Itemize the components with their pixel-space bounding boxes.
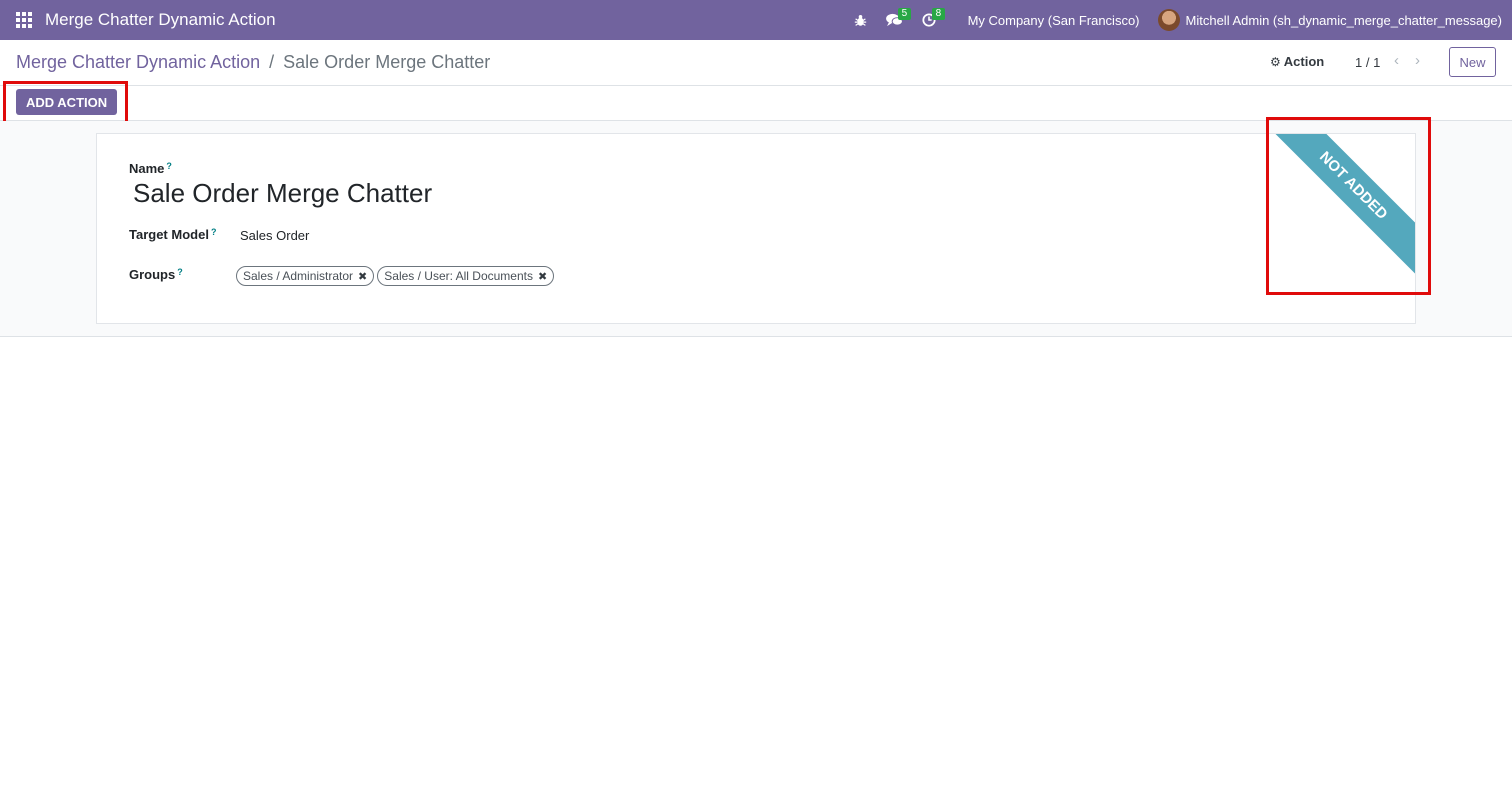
target-model-field[interactable]: Sales Order	[240, 228, 309, 243]
new-button[interactable]: New	[1449, 47, 1496, 77]
help-icon[interactable]: ?	[211, 227, 217, 237]
breadcrumb-separator: /	[269, 52, 275, 72]
highlight-box-add-action	[3, 81, 128, 126]
messages-badge: 5	[897, 8, 912, 20]
activities-badge: 8	[931, 8, 946, 20]
navbar-systray: 5 8 My Company (San Francisco) Mitchell …	[850, 0, 1502, 40]
breadcrumb-parent[interactable]: Merge Chatter Dynamic Action	[16, 52, 260, 72]
top-navbar: Merge Chatter Dynamic Action 5 8 My Comp…	[0, 0, 1512, 40]
help-icon[interactable]: ?	[177, 267, 183, 277]
company-switcher[interactable]: My Company (San Francisco)	[968, 13, 1140, 28]
chevron-left-icon[interactable]: ‹	[1394, 52, 1399, 69]
app-title[interactable]: Merge Chatter Dynamic Action	[45, 10, 276, 30]
name-label: Name?	[129, 161, 172, 176]
apps-grid-icon[interactable]	[16, 12, 32, 28]
form-view: Name? Sale Order Merge Chatter Target Mo…	[0, 117, 1512, 337]
form-statusbar: ADD ACTION	[0, 81, 1512, 126]
clock-icon[interactable]: 8	[918, 0, 946, 40]
form-sheet: Name? Sale Order Merge Chatter Target Mo…	[96, 133, 1416, 324]
breadcrumb: Merge Chatter Dynamic Action / Sale Orde…	[16, 52, 490, 73]
gear-icon: ⚙	[1270, 55, 1281, 69]
chat-icon[interactable]: 5	[884, 0, 912, 40]
action-menu-button[interactable]: ⚙ Action	[1270, 54, 1324, 69]
close-icon[interactable]: ✖	[358, 270, 367, 283]
target-model-label: Target Model?	[129, 227, 217, 242]
group-tag: Sales / Administrator ✖	[236, 266, 375, 286]
pager-value[interactable]: 1 / 1	[1355, 55, 1380, 70]
groups-field[interactable]: Sales / Administrator ✖ Sales / User: All…	[236, 266, 557, 286]
close-icon[interactable]: ✖	[538, 270, 547, 283]
avatar[interactable]	[1157, 9, 1180, 31]
bug-icon[interactable]	[850, 0, 872, 40]
chevron-right-icon[interactable]: ›	[1415, 52, 1420, 69]
action-label: Action	[1283, 54, 1325, 69]
control-panel: Merge Chatter Dynamic Action / Sale Orde…	[0, 40, 1512, 86]
groups-label: Groups?	[129, 267, 183, 282]
user-menu[interactable]: Mitchell Admin (sh_dynamic_merge_chatter…	[1186, 13, 1502, 28]
name-field[interactable]: Sale Order Merge Chatter	[133, 178, 432, 209]
breadcrumb-current: Sale Order Merge Chatter	[283, 52, 491, 72]
group-tag: Sales / User: All Documents ✖	[377, 266, 555, 286]
highlight-box-ribbon	[1266, 117, 1431, 295]
help-icon[interactable]: ?	[166, 161, 172, 171]
